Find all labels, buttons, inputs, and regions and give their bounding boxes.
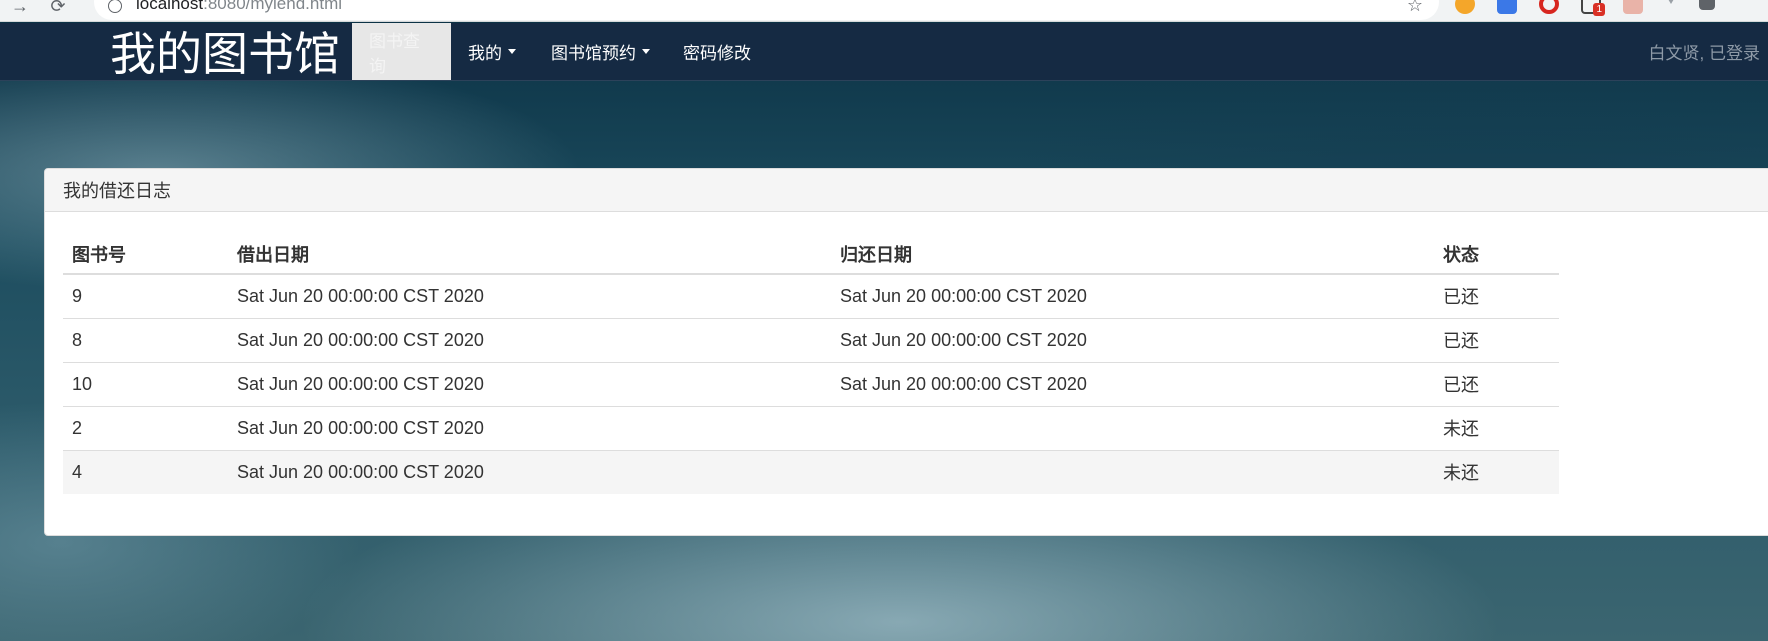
- extension-badge-count: 1: [1593, 3, 1605, 16]
- login-status: 白文贤, 已登录: [1648, 44, 1760, 63]
- url-path: :8080/mylend.html: [203, 0, 343, 13]
- table-row: 2 Sat Jun 20 00:00:00 CST 2020 未还: [63, 405, 1559, 450]
- cell-return-date: Sat Jun 20 00:00:00 CST 2020: [831, 317, 1434, 362]
- table-row: 10 Sat Jun 20 00:00:00 CST 2020 Sat Jun …: [63, 361, 1559, 406]
- forward-icon[interactable]: →: [6, 0, 34, 18]
- cell-lend-date: Sat Jun 20 00:00:00 CST 2020: [228, 449, 831, 494]
- lend-log-table: 图书号 借出日期 归还日期 状态 9 Sat Jun 20 00:00:00 C…: [63, 230, 1559, 494]
- cell-book-id: 8: [63, 317, 228, 362]
- nav-item-change-password[interactable]: 密码修改: [666, 23, 768, 80]
- extension-pin-icon[interactable]: [1665, 0, 1677, 4]
- nav-item-mine[interactable]: 我的: [451, 23, 533, 80]
- caret-down-icon: [642, 49, 650, 54]
- column-header-return-date: 归还日期: [831, 230, 1434, 275]
- table-row: 8 Sat Jun 20 00:00:00 CST 2020 Sat Jun 2…: [63, 317, 1559, 362]
- cell-return-date: [831, 449, 1434, 494]
- panel-body: 图书号 借出日期 归还日期 状态 9 Sat Jun 20 00:00:00 C…: [45, 212, 1768, 494]
- cell-book-id: 2: [63, 405, 228, 450]
- extension-opera-icon[interactable]: [1539, 0, 1559, 14]
- cell-status: 已还: [1434, 361, 1559, 406]
- cell-status: 已还: [1434, 317, 1559, 362]
- cell-return-date: Sat Jun 20 00:00:00 CST 2020: [831, 361, 1434, 406]
- url-host: localhost: [136, 0, 204, 13]
- cell-status: 未还: [1434, 449, 1559, 494]
- cell-lend-date: Sat Jun 20 00:00:00 CST 2020: [228, 317, 831, 362]
- cell-book-id: 4: [63, 449, 228, 494]
- site-info-icon[interactable]: [108, 0, 122, 13]
- extension-translate-icon[interactable]: [1497, 0, 1517, 14]
- extensions-puzzle-icon[interactable]: [1699, 0, 1715, 10]
- cell-status: 已还: [1434, 273, 1559, 318]
- table-row: 4 Sat Jun 20 00:00:00 CST 2020 未还: [63, 449, 1559, 494]
- nav-item-book-search[interactable]: 图书查询: [352, 23, 451, 80]
- cell-status: 未还: [1434, 405, 1559, 450]
- bookmark-star-icon[interactable]: ☆: [1407, 0, 1423, 16]
- brand-title[interactable]: 我的图书馆: [110, 29, 340, 79]
- cell-lend-date: Sat Jun 20 00:00:00 CST 2020: [228, 273, 831, 318]
- lend-log-panel: 我的借还日志 图书号 借出日期 归还日期 状态 9 Sat Jun 20 00:…: [44, 168, 1768, 536]
- nav-item-label: 图书查询: [369, 31, 420, 76]
- extension-badge-icon[interactable]: 1: [1581, 0, 1605, 16]
- cell-book-id: 9: [63, 273, 228, 318]
- nav-item-library-reservation[interactable]: 图书馆预约: [534, 23, 667, 80]
- extension-icons: 1: [1455, 0, 1715, 16]
- table-row: 9 Sat Jun 20 00:00:00 CST 2020 Sat Jun 2…: [63, 273, 1559, 318]
- caret-down-icon: [508, 49, 516, 54]
- panel-title: 我的借还日志: [45, 169, 1768, 212]
- nav-item-label: 我的: [468, 44, 502, 63]
- address-bar[interactable]: localhost:8080/mylend.html ☆: [94, 0, 1439, 20]
- nav-item-label: 图书馆预约: [551, 44, 636, 63]
- cell-return-date: [831, 405, 1434, 450]
- extension-orange-icon[interactable]: [1455, 0, 1475, 14]
- extension-red-icon[interactable]: [1623, 0, 1643, 14]
- cell-book-id: 10: [63, 361, 228, 406]
- cell-lend-date: Sat Jun 20 00:00:00 CST 2020: [228, 361, 831, 406]
- table-header-row: 图书号 借出日期 归还日期 状态: [63, 230, 1559, 275]
- reload-icon[interactable]: ⟳: [44, 0, 72, 18]
- nav-item-label: 密码修改: [683, 44, 751, 63]
- navbar: 我的图书馆 图书查询 我的 图书馆预约 密码修改 白文贤, 已登录: [0, 23, 1768, 81]
- column-header-lend-date: 借出日期: [228, 230, 831, 275]
- cell-lend-date: Sat Jun 20 00:00:00 CST 2020: [228, 405, 831, 450]
- column-header-book-id: 图书号: [63, 230, 228, 275]
- cell-return-date: Sat Jun 20 00:00:00 CST 2020: [831, 273, 1434, 318]
- browser-toolbar: → ⟳ localhost:8080/mylend.html ☆ 1: [0, 0, 1768, 22]
- column-header-status: 状态: [1434, 230, 1559, 275]
